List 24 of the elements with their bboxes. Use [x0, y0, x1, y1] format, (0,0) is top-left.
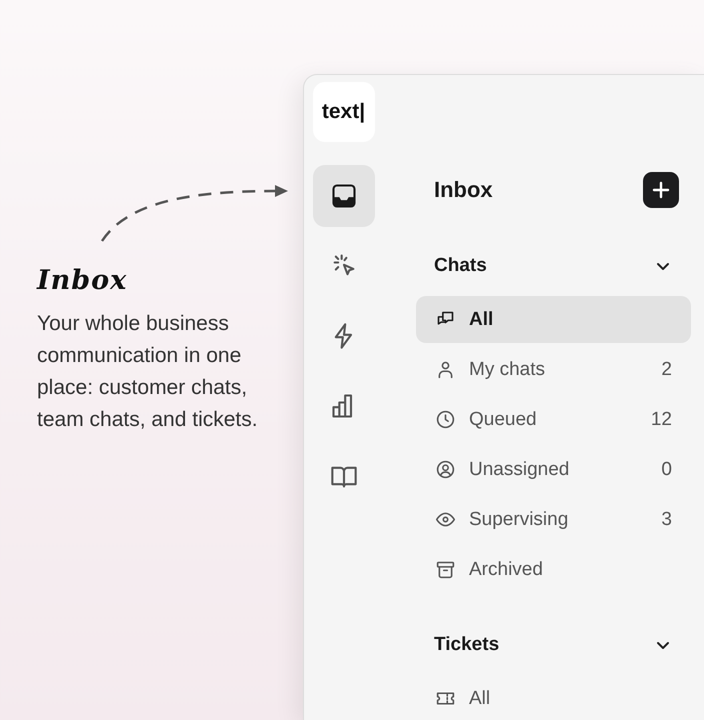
plus-icon [652, 181, 670, 199]
item-count: 2 [661, 358, 672, 380]
nav-item[interactable]: Archived [416, 546, 691, 593]
logo: text| [312, 82, 374, 142]
nav-item[interactable]: My chats 2 [416, 346, 691, 393]
rail-button[interactable] [312, 165, 374, 227]
callout-title: Inbox [37, 265, 128, 296]
section-title: Tickets [434, 634, 500, 656]
nav-item[interactable]: Unassigned 0 [416, 446, 691, 493]
inbox-title: Inbox [434, 177, 493, 203]
nav-item[interactable]: All [416, 296, 691, 343]
nav-item[interactable]: Supervising 3 [416, 496, 691, 543]
add-button[interactable] [643, 172, 679, 208]
callout-text: Your whole business communication in one place: customer chats, team chats, and tickets. [37, 311, 259, 433]
section-title: Chats [434, 255, 487, 277]
item-count: 0 [661, 458, 672, 480]
inbox-tray-icon [330, 182, 358, 210]
nav-item[interactable]: Queued 12 [416, 396, 691, 443]
nav-item[interactable]: All [416, 675, 691, 720]
clock-icon [435, 409, 456, 430]
archive-box-icon [435, 559, 456, 580]
user-circle-icon [435, 459, 456, 480]
item-count: 12 [650, 408, 672, 430]
item-count: 3 [661, 508, 672, 530]
